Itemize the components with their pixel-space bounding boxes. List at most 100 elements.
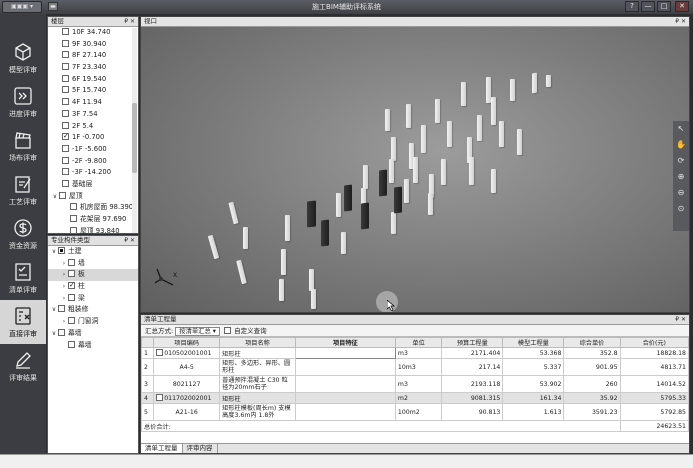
- column-model[interactable]: [477, 115, 482, 141]
- panel-pin-close-icon[interactable]: ₽ ✕: [124, 236, 135, 245]
- checkbox[interactable]: [62, 74, 69, 82]
- checkbox[interactable]: [62, 98, 69, 106]
- checkbox[interactable]: [68, 340, 75, 348]
- nav-review-result[interactable]: 评审结果: [0, 344, 46, 388]
- checkbox-partial[interactable]: [58, 247, 65, 254]
- nav-model-review[interactable]: 模型评审: [0, 36, 46, 80]
- column-model[interactable]: [413, 157, 418, 183]
- summary-mode-select[interactable]: 按清单汇总 ▾: [175, 327, 220, 336]
- tree-node-door-window[interactable]: › 门窗洞: [48, 316, 138, 328]
- column-model[interactable]: [428, 193, 433, 215]
- chevron-down-icon[interactable]: ∨: [50, 328, 58, 340]
- checkbox[interactable]: [68, 270, 75, 278]
- zoom-out-icon[interactable]: ⊖: [673, 185, 689, 201]
- floor-subitem[interactable]: 花架层 97.690: [70, 214, 138, 226]
- tab-review-content[interactable]: 评审内容: [183, 444, 218, 453]
- table-row[interactable]: 5 A21-16 矩形柱模板(周长m) 支模高度3.6m内 1.8外 100m2 90.…: [140, 403, 690, 421]
- column-model[interactable]: [447, 121, 452, 147]
- column-model[interactable]: [491, 97, 496, 125]
- feature-cell[interactable]: [294, 347, 396, 359]
- column-model[interactable]: [385, 109, 390, 131]
- checkbox[interactable]: [62, 109, 69, 117]
- column-model[interactable]: [517, 129, 522, 155]
- checkbox[interactable]: [62, 168, 69, 176]
- floor-item[interactable]: -2F -9.800: [62, 156, 138, 168]
- checkbox[interactable]: [59, 191, 66, 199]
- restore-button[interactable]: □: [657, 1, 671, 12]
- checkbox[interactable]: [70, 226, 77, 234]
- selected-column-model[interactable]: [394, 186, 402, 214]
- minimize-button[interactable]: —: [641, 1, 655, 12]
- floor-item[interactable]: 3F 7.54: [62, 109, 138, 121]
- chevron-right-icon[interactable]: ›: [60, 316, 68, 328]
- floor-item[interactable]: 2F 5.4: [62, 121, 138, 133]
- floor-item[interactable]: 7F 23.340: [62, 62, 138, 74]
- selected-column-model[interactable]: [321, 219, 329, 247]
- table-row[interactable]: 4 011702002001 矩形柱 m2 9081.315 161.34 35.92 579…: [140, 392, 690, 404]
- column-model[interactable]: [406, 104, 411, 128]
- checkbox[interactable]: [62, 121, 69, 129]
- nav-process-review[interactable]: 工艺评审: [0, 168, 46, 212]
- floor-item[interactable]: 4F 11.94: [62, 97, 138, 109]
- column-model[interactable]: [228, 201, 239, 225]
- column-model[interactable]: [469, 157, 474, 185]
- table-row[interactable]: 3 8021127 普通预拌混凝土 C30 粒径为20mm石子 m3 2193.118 5…: [140, 375, 690, 393]
- floor-item[interactable]: 6F 19.540: [62, 74, 138, 86]
- column-model[interactable]: [236, 259, 247, 285]
- column-model[interactable]: [441, 159, 446, 185]
- column-model[interactable]: [336, 193, 341, 217]
- selected-column-model[interactable]: [344, 184, 352, 212]
- floor-item[interactable]: -3F -14.200: [62, 167, 138, 179]
- column-model[interactable]: [341, 232, 346, 254]
- zoom-fit-icon[interactable]: ⊙: [673, 201, 689, 217]
- column-model[interactable]: [391, 137, 396, 161]
- tab-bill-quantity[interactable]: 清单工程量: [141, 444, 183, 453]
- checkbox[interactable]: [62, 156, 69, 164]
- column-model[interactable]: [435, 99, 440, 123]
- chevron-right-icon[interactable]: ›: [60, 269, 68, 281]
- hand-icon[interactable]: ✋: [673, 137, 689, 153]
- custom-query-checkbox[interactable]: [224, 327, 232, 334]
- nav-progress-review[interactable]: 进度评审: [0, 80, 46, 124]
- tree-node-civil[interactable]: ∨ 土建: [48, 246, 138, 258]
- floor-item[interactable]: 基础层: [62, 179, 138, 191]
- chevron-right-icon[interactable]: ›: [60, 281, 68, 293]
- column-model[interactable]: [207, 234, 220, 260]
- scrollbar-thumb[interactable]: [132, 103, 137, 173]
- panel-pin-close-icon[interactable]: ₽ ✕: [675, 17, 686, 26]
- column-model[interactable]: [421, 125, 426, 153]
- column-model[interactable]: [461, 82, 466, 106]
- column-model[interactable]: [363, 165, 368, 189]
- floor-subitem[interactable]: 机房屋面 98.390: [70, 202, 138, 214]
- floor-item[interactable]: 10F 34.740: [62, 27, 138, 39]
- column-model[interactable]: [491, 169, 496, 193]
- orbit-icon[interactable]: ⟳: [673, 153, 689, 169]
- floor-item[interactable]: 1F -0.700: [62, 131, 138, 144]
- floor-item[interactable]: 5F 15.740: [62, 85, 138, 97]
- nav-fund-resource[interactable]: 资金资源: [0, 212, 46, 256]
- chevron-right-icon[interactable]: ›: [60, 258, 68, 270]
- floor-item[interactable]: 9F 30.940: [62, 39, 138, 51]
- nav-bill-review[interactable]: 清单评审: [0, 256, 46, 300]
- selected-column-model[interactable]: [379, 169, 387, 197]
- column-model[interactable]: [279, 279, 284, 301]
- chevron-down-icon[interactable]: ∨: [51, 191, 59, 203]
- tree-node-column[interactable]: ›柱: [48, 280, 138, 293]
- column-model[interactable]: [389, 159, 394, 183]
- floors-scrollbar[interactable]: [132, 28, 137, 233]
- table-row[interactable]: 2 A4-5 矩形、多边形、异形、圆形柱 10m3 217.14 5.337 901.95 4…: [140, 358, 690, 376]
- floor-item[interactable]: 8F 27.140: [62, 50, 138, 62]
- checkbox[interactable]: [62, 144, 69, 152]
- tree-node-curtain-wall[interactable]: 幕墙: [48, 340, 138, 352]
- checkbox[interactable]: [68, 258, 75, 266]
- collapse-toggle[interactable]: [156, 349, 164, 356]
- column-model[interactable]: [499, 121, 504, 147]
- checkbox[interactable]: [62, 179, 69, 187]
- checkbox[interactable]: [62, 51, 69, 59]
- table-row[interactable]: 1 010502001001 矩形柱 m3 2171.404 53.368 352.8 188…: [140, 347, 690, 359]
- checkbox[interactable]: [62, 39, 69, 47]
- floor-group-roof[interactable]: ∨ 屋顶: [48, 191, 138, 203]
- column-model[interactable]: [243, 227, 248, 249]
- chevron-right-icon[interactable]: ›: [60, 293, 68, 305]
- checkbox[interactable]: [58, 305, 65, 313]
